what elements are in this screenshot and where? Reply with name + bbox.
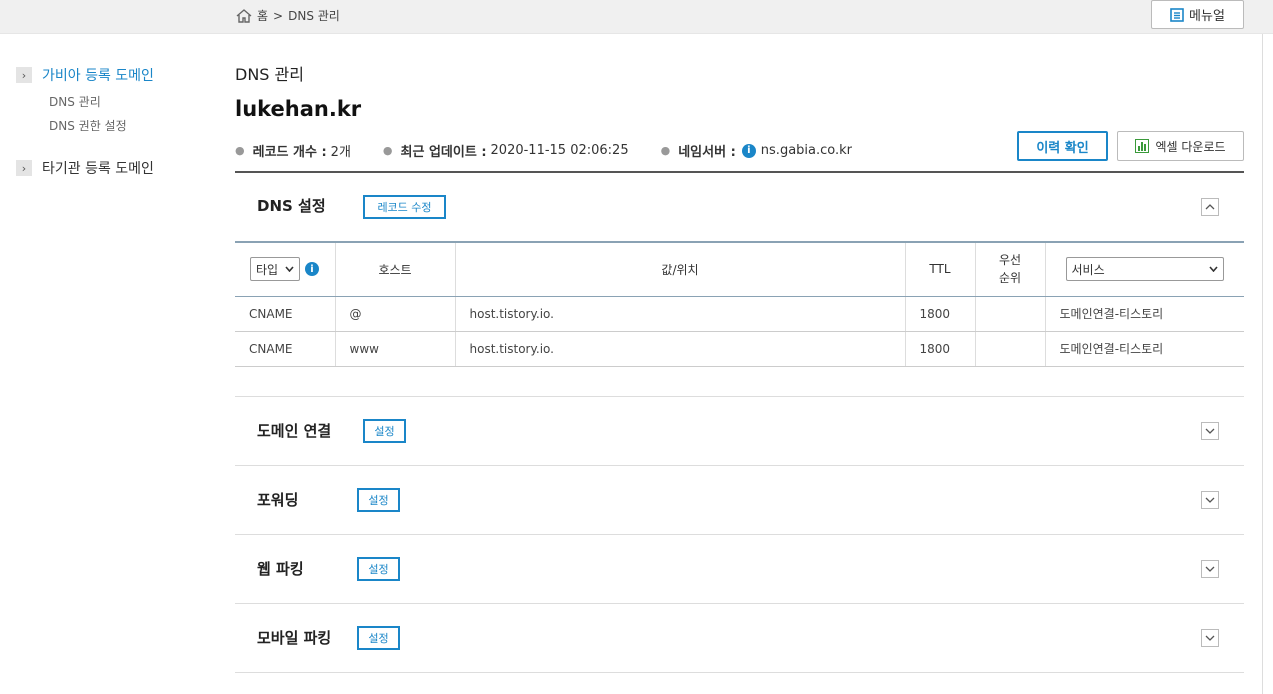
type-select[interactable]: 타입 — [250, 257, 300, 282]
right-divider — [1262, 34, 1263, 694]
divider — [235, 465, 1244, 466]
mobile-parking-settings-button[interactable]: 설정 — [357, 626, 400, 650]
record-count: ● 레코드 개수 : 2개 — [235, 141, 351, 160]
domain-connect-toggle[interactable] — [1201, 422, 1219, 440]
forwarding-toggle[interactable] — [1201, 491, 1219, 509]
last-updated-value: 2020-11-15 02:06:25 — [490, 143, 629, 158]
service-select-value: 서비스 — [1071, 262, 1105, 277]
excel-chart-icon — [1135, 139, 1150, 153]
column-ttl: TTL — [904, 241, 975, 297]
breadcrumb-separator: > — [273, 8, 284, 23]
history-button[interactable]: 이력 확인 — [1017, 131, 1108, 161]
nameserver-label: 네임서버 : — [678, 145, 736, 160]
column-priority: 우선 순위 — [974, 241, 1045, 297]
chevron-down-icon — [1205, 566, 1215, 572]
info-icon[interactable]: i — [305, 262, 319, 277]
column-service: 서비스 — [1044, 241, 1244, 297]
divider — [235, 672, 1244, 673]
record-value: host.tistory.io. — [454, 296, 905, 332]
sidebar-item-dns-manage[interactable]: DNS 관리 — [49, 93, 101, 110]
domain-connect-settings-button[interactable]: 설정 — [363, 419, 406, 443]
record-service: 도메인연결-티스토리 — [1044, 296, 1244, 332]
domain-connect-title: 도메인 연결 — [257, 422, 332, 440]
record-host: @ — [334, 296, 455, 332]
chevron-down-icon — [1205, 497, 1215, 503]
chevron-down-icon — [1205, 428, 1215, 434]
manual-label: 메뉴얼 — [1189, 9, 1225, 24]
column-value: 값/위치 — [454, 241, 905, 297]
collapse-toggle[interactable] — [1201, 198, 1219, 216]
sidebar-group-gabia[interactable]: › 가비아 등록 도메인 — [16, 65, 154, 85]
chevron-down-icon — [285, 266, 294, 273]
record-ttl: 1800 — [904, 331, 975, 367]
sidebar-group-label: 타기관 등록 도메인 — [42, 161, 154, 177]
chevron-up-icon — [1205, 204, 1215, 210]
record-count-label: 레코드 개수 : — [252, 145, 327, 160]
sidebar-group-other[interactable]: › 타기관 등록 도메인 — [16, 158, 154, 178]
excel-download-label: 엑셀 다운로드 — [1155, 139, 1226, 154]
record-priority — [974, 296, 1045, 332]
table-header-row: 타입 i 호스트 값/위치 TTL 우선 순위 서비스 — [235, 241, 1244, 297]
manual-button[interactable]: 메뉴얼 — [1151, 0, 1244, 29]
record-type: CNAME — [235, 296, 335, 332]
excel-download-button[interactable]: 엑셀 다운로드 — [1117, 131, 1244, 161]
home-icon[interactable] — [235, 8, 253, 24]
nameserver-value: ns.gabia.co.kr — [760, 143, 852, 158]
forwarding-settings-button[interactable]: 설정 — [357, 488, 400, 512]
top-bar: 홈 > DNS 관리 메뉴얼 — [0, 0, 1273, 34]
web-parking-toggle[interactable] — [1201, 560, 1219, 578]
web-parking-settings-button[interactable]: 설정 — [357, 557, 400, 581]
breadcrumb-home[interactable]: 홈 — [257, 7, 268, 24]
forwarding-title: 포워딩 — [257, 491, 299, 509]
section-top-rule — [235, 171, 1244, 173]
divider — [235, 534, 1244, 535]
sidebar-item-dns-permission[interactable]: DNS 권한 설정 — [49, 117, 127, 134]
nameserver: ● 네임서버 : i ns.gabia.co.kr — [660, 143, 852, 160]
page-title: DNS 관리 — [235, 65, 304, 84]
chevron-down-icon — [1208, 266, 1218, 273]
sidebar-group-label: 가비아 등록 도메인 — [42, 68, 154, 84]
record-ttl: 1800 — [904, 296, 975, 332]
last-updated-label: 최근 업데이트 : — [400, 145, 487, 160]
divider — [235, 603, 1244, 604]
info-icon[interactable]: i — [741, 143, 756, 158]
dns-records-table: 타입 i 호스트 값/위치 TTL 우선 순위 서비스 CNAME @ host… — [235, 241, 1244, 367]
edit-records-button[interactable]: 레코드 수정 — [363, 195, 446, 219]
column-host: 호스트 — [334, 241, 455, 297]
last-updated: ● 최근 업데이트 : 2020-11-15 02:06:25 — [382, 143, 629, 160]
mobile-parking-title: 모바일 파킹 — [257, 629, 332, 647]
service-select[interactable]: 서비스 — [1065, 257, 1224, 282]
document-icon — [1170, 7, 1184, 22]
web-parking-title: 웹 파킹 — [257, 560, 304, 578]
breadcrumb-current: DNS 관리 — [288, 9, 340, 23]
domain-info-row: ● 레코드 개수 : 2개 ● 최근 업데이트 : 2020-11-15 02:… — [235, 141, 884, 160]
column-type: 타입 i — [235, 241, 335, 297]
chevron-down-icon — [1205, 635, 1215, 641]
chevron-right-icon: › — [16, 67, 32, 83]
record-count-value: 2개 — [330, 145, 351, 160]
type-select-value: 타입 — [256, 262, 279, 277]
domain-name: lukehan.kr — [235, 97, 362, 121]
table-row: CNAME www host.tistory.io. 1800 도메인연결-티스… — [235, 331, 1244, 367]
table-row: CNAME @ host.tistory.io. 1800 도메인연결-티스토리 — [235, 296, 1244, 332]
record-priority — [974, 331, 1045, 367]
dns-settings-title: DNS 설정 — [257, 197, 326, 215]
breadcrumb: 홈 > DNS 관리 — [235, 7, 340, 24]
record-value: host.tistory.io. — [454, 331, 905, 367]
chevron-right-icon: › — [16, 160, 32, 176]
record-host: www — [334, 331, 455, 367]
record-service: 도메인연결-티스토리 — [1044, 331, 1244, 367]
mobile-parking-toggle[interactable] — [1201, 629, 1219, 647]
record-type: CNAME — [235, 331, 335, 367]
divider — [235, 396, 1244, 397]
